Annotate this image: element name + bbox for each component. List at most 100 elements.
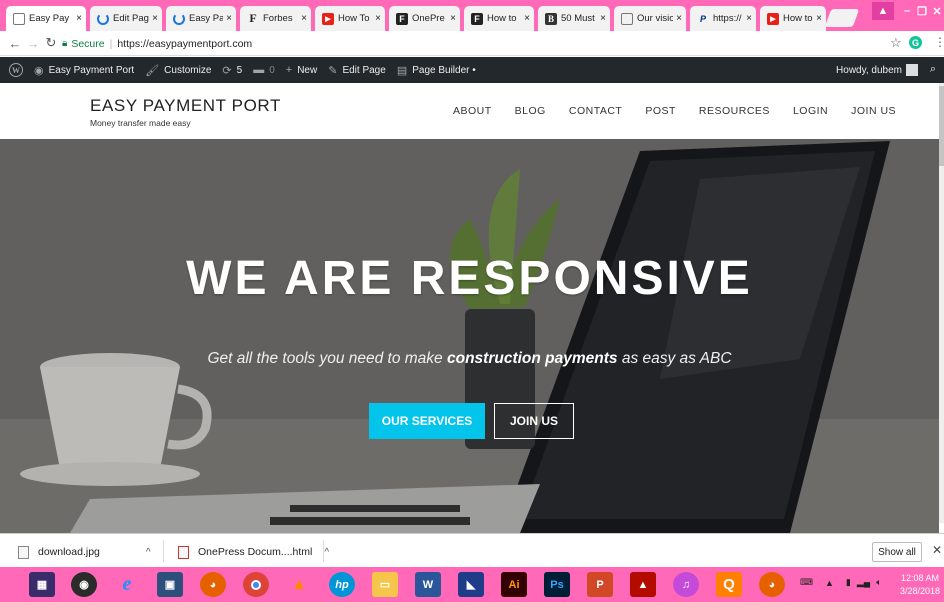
download-item[interactable]: download.jpg ^ [18,542,151,562]
close-icon[interactable]: × [152,13,158,24]
start-icon[interactable]: ▦ [29,572,55,597]
media-player-icon[interactable]: ◉ [71,572,97,597]
site-header: EASY PAYMENT PORT Money transfer made ea… [0,83,944,139]
chevron-up-icon[interactable]: ▲ [825,578,834,588]
close-icon[interactable]: × [375,13,381,24]
close-icon[interactable]: ✕ [932,543,942,557]
word-icon[interactable]: W [415,572,441,597]
wp-item-label: Edit Page [342,64,386,76]
firefox-icon[interactable]: ◕ [200,572,226,597]
close-icon[interactable]: × [226,13,232,24]
primary-nav: ABOUT BLOG CONTACT POST RESOURCES LOGIN … [453,105,919,117]
tab-forbes[interactable]: F Forbes × [240,6,311,31]
file-explorer-icon[interactable]: ▭ [372,572,398,597]
photoshop-icon[interactable]: Ps [544,572,570,597]
youtube-icon: ▶ [767,12,779,25]
search-icon[interactable]: ⌕ [930,63,936,76]
download-item[interactable]: OnePress Docum....html ^ [178,542,329,562]
address-bar[interactable]: 🔒︎ Secure | https://easypaymentport.com [62,34,912,53]
wp-page-builder[interactable]: ▤ Page Builder • [397,64,476,77]
tab-easy-pay-active[interactable]: Easy Pay × [6,6,86,31]
youtube-icon: ▶ [322,12,334,25]
forbes-icon: F [249,11,257,25]
tab-easy-pay-2[interactable]: Easy Pay × [166,6,236,31]
nav-item-resources[interactable]: RESOURCES [699,105,770,117]
remote-desktop-icon[interactable]: ▣ [157,572,183,597]
signal-icon[interactable]: ▂▄ [857,577,870,588]
back-arrow-icon[interactable]: ← [6,36,24,51]
tab-label: https:// [713,13,742,24]
wp-edit-page[interactable]: ✎ Edit Page [328,64,386,77]
volume-icon[interactable]: 🔈︎ [876,577,881,588]
nav-item-about[interactable]: ABOUT [453,105,492,117]
wp-comments[interactable]: ▬ 0 [253,64,275,76]
close-icon[interactable]: × [450,13,456,24]
comment-icon: ▬ [253,64,265,76]
nav-item-post[interactable]: POST [645,105,676,117]
howdy-user[interactable]: Howdy, dubem [836,64,918,76]
vlc-icon[interactable]: ▲ [286,572,312,597]
keyboard-icon[interactable]: ⌨ [800,577,813,588]
close-icon[interactable]: × [600,13,606,24]
onepress-icon: F [396,12,408,25]
tab-how-to-2[interactable]: F How to × [464,6,534,31]
wp-customize[interactable]: 🖌︎ Customize [145,64,211,77]
close-icon[interactable]: × [816,13,822,24]
window-close-icon[interactable]: ✕ [926,2,944,20]
grammarly-icon[interactable]: G [909,36,922,49]
url-text[interactable]: https://easypaymentport.com [117,38,252,50]
howdy-label: Howdy, dubem [836,64,902,76]
join-us-button[interactable]: JOIN US [494,403,574,439]
qbittorrent-icon[interactable]: Q [716,572,742,597]
illustrator-icon[interactable]: Ai [501,572,527,597]
close-icon[interactable]: × [746,13,752,24]
internet-explorer-icon[interactable]: e [114,572,140,597]
tab-how-to-3[interactable]: ▶ How to × [760,6,826,31]
tab-edit-page[interactable]: Edit Pag × [90,6,162,31]
forward-arrow-icon[interactable]: → [24,36,42,51]
tab-paypal[interactable]: P https:// × [690,6,756,31]
chrome-icon[interactable] [243,572,269,597]
wordpress-logo-icon[interactable]: W [9,63,23,77]
tab-50-must[interactable]: B 50 Must × [538,6,610,31]
scrollbar-thumb[interactable] [939,86,944,166]
hp-icon[interactable]: hp [329,572,355,597]
chevron-up-icon[interactable]: ^ [146,547,151,558]
wp-item-label: Easy Payment Port [48,64,135,76]
wp-new[interactable]: + New [286,64,317,76]
tab-our-vision[interactable]: Our visio × [614,6,686,31]
clock-time: 12:08 AM [901,573,940,583]
close-icon[interactable]: × [524,13,530,24]
clock[interactable]: 12:08 AM 3/28/2018 [900,572,940,598]
tab-onepress[interactable]: F OnePre × [389,6,460,31]
star-icon[interactable]: ☆ [890,35,902,51]
nav-item-contact[interactable]: CONTACT [569,105,622,117]
firefox-icon[interactable]: ◕ [759,572,785,597]
acrobat-icon[interactable]: ▲ [630,572,656,597]
close-icon[interactable]: × [301,13,307,24]
tab-how-to-1[interactable]: ▶ How To × [315,6,385,31]
nav-item-blog[interactable]: BLOG [515,105,546,117]
close-icon[interactable]: × [76,13,82,24]
itunes-icon[interactable]: ♫ [673,572,699,597]
wp-item-label: Page Builder • [412,64,476,76]
wp-updates[interactable]: ⟳ 5 [222,64,242,77]
loading-icon [173,12,185,25]
powerpoint-icon[interactable]: P [587,572,613,597]
page-icon [621,12,633,25]
close-icon[interactable]: × [676,13,682,24]
nav-item-join-us[interactable]: JOIN US [851,105,896,117]
profile-icon[interactable]: ▲ [872,2,894,20]
show-all-button[interactable]: Show all [872,542,922,562]
chevron-up-icon[interactable]: ^ [324,547,329,558]
site-title[interactable]: EASY PAYMENT PORT [90,96,281,116]
our-services-button[interactable]: OUR SERVICES [369,403,485,439]
menu-dots-icon[interactable]: ⋮ [934,35,944,49]
app-icon[interactable]: ◣ [458,572,484,597]
wp-site-name[interactable]: ◉ Easy Payment Port [34,64,134,77]
battery-icon[interactable]: ▮ [846,577,851,588]
new-tab-button[interactable] [824,9,860,27]
nav-item-login[interactable]: LOGIN [793,105,828,117]
tab-label: OnePre [412,13,445,24]
reload-icon[interactable]: ↻ [42,35,60,51]
